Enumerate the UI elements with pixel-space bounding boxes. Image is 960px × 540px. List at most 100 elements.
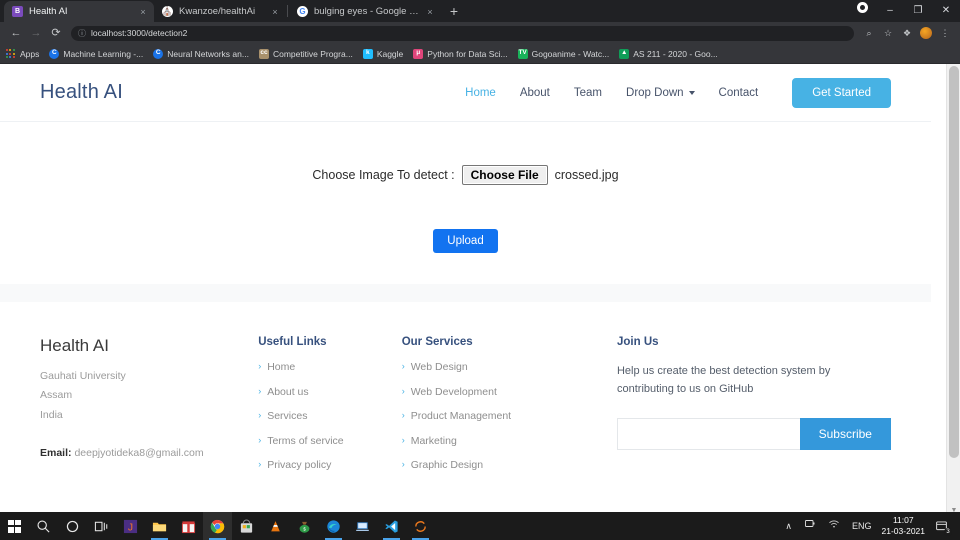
nav-item-contact[interactable]: Contact [719, 87, 759, 99]
taskbar-clock[interactable]: 11:07 21-03-2021 [878, 515, 933, 537]
link-label: Web Design [410, 361, 468, 373]
list-item[interactable]: › Web Design [402, 361, 617, 373]
get-started-button[interactable]: Get Started [792, 77, 891, 108]
profile-icon[interactable] [848, 0, 876, 22]
bookmark-label: AS 211 - 2020 - Goo... [633, 48, 718, 59]
bookmark-gogoanime[interactable]: TV Gogoanime - Watc... [517, 48, 609, 59]
browser-tab-google-search[interactable]: G bulging eyes - Google Search × [289, 1, 441, 22]
scrollbar-thumb[interactable] [949, 66, 959, 458]
link-label: Services [267, 410, 308, 422]
address-line: India [40, 408, 63, 421]
footer-address: Gauhati University Assam India [40, 367, 258, 425]
back-icon[interactable]: ← [6, 23, 26, 43]
wifi-icon[interactable] [822, 512, 846, 540]
gift-store-icon[interactable] [174, 512, 203, 540]
notification-center-icon[interactable]: 3 [933, 512, 956, 540]
search-icon[interactable]: ⌕ [860, 24, 878, 42]
list-item[interactable]: › Web Development [401, 385, 617, 398]
edge-icon[interactable] [319, 512, 348, 540]
bookmark-kaggle[interactable]: k Kaggle [362, 48, 403, 59]
money-bag-icon[interactable]: $ [290, 512, 319, 540]
bookmark-label: Competitive Progra... [272, 48, 353, 59]
spyder-icon[interactable] [406, 512, 435, 540]
subscribe-button[interactable]: Subscribe [799, 418, 891, 451]
language-indicator[interactable]: ENG [846, 512, 878, 540]
browser-toolbar: ← → ⟳ ⓘ localhost:3000/detection2 ⌕ ☆ ❖ … [0, 22, 960, 44]
vscode-icon[interactable] [377, 512, 406, 540]
address-bar-url: localhost:3000/detection2 [91, 28, 188, 38]
list-item[interactable]: › About us [258, 385, 402, 398]
address-bar[interactable]: ⓘ localhost:3000/detection2 [71, 25, 854, 41]
file-explorer-icon[interactable] [145, 512, 174, 540]
nav-item-about[interactable]: About [520, 87, 550, 99]
kaggle-icon: k [362, 48, 373, 59]
link-label: About us [267, 385, 309, 398]
bookmark-label: Neural Networks an... [167, 48, 249, 59]
cortana-icon[interactable] [58, 512, 87, 540]
microsoft-store-icon[interactable] [232, 512, 261, 540]
list-item[interactable]: › Terms of service [258, 435, 402, 447]
nav-item-team[interactable]: Team [574, 87, 602, 99]
svg-text:$: $ [303, 526, 306, 531]
upload-button[interactable]: Upload [433, 229, 498, 253]
list-item[interactable]: › Privacy policy [258, 459, 402, 471]
vlc-icon[interactable] [261, 512, 290, 540]
new-tab-button[interactable]: + [443, 1, 465, 21]
browser-tab-github[interactable]: ⛪ Kwanzoe/healthAi × [154, 1, 286, 22]
avatar[interactable] [917, 24, 935, 42]
minimize-button[interactable]: – [876, 0, 904, 22]
chevron-right-icon: › [401, 385, 405, 396]
forward-icon[interactable]: → [26, 23, 46, 43]
search-icon[interactable] [29, 512, 58, 540]
bookmark-competitive-programming[interactable]: cc Competitive Progra... [258, 48, 353, 59]
page-scrollbar[interactable]: ▲ ▼ [946, 64, 960, 518]
nav-item-drop-down[interactable]: Drop Down [626, 87, 695, 99]
extensions-icon[interactable]: ❖ [898, 24, 916, 42]
codechef-icon: cc [258, 48, 269, 59]
subscribe-email-input[interactable] [616, 418, 800, 451]
bookmark-apps[interactable]: Apps [6, 49, 39, 59]
link-label: Home [267, 361, 296, 373]
close-window-button[interactable]: ✕ [932, 0, 960, 22]
footer-useful-links-column: Useful Links › Home › About us › Service [258, 336, 402, 485]
close-icon[interactable]: × [425, 7, 435, 17]
task-view-icon[interactable] [87, 512, 116, 540]
windows-logo-icon[interactable] [0, 512, 29, 540]
footer-brand-column: Health AI Gauhati University Assam India… [40, 336, 258, 485]
list-item[interactable]: › Marketing [402, 434, 617, 447]
chrome-icon[interactable] [203, 512, 232, 540]
windows-taskbar: J $ ∧ ENG 11:07 21-03-2021 3 [0, 512, 960, 540]
list-item[interactable]: › Services [258, 410, 402, 422]
close-icon[interactable]: × [270, 7, 280, 17]
link-label: Privacy policy [267, 459, 332, 471]
list-item[interactable]: › Product Management [402, 410, 617, 422]
browser-menu-icon[interactable]: ⋮ [936, 24, 954, 42]
chevron-right-icon: › [258, 459, 262, 469]
nav-item-home[interactable]: Home [465, 87, 496, 99]
bookmark-neural-networks[interactable]: C Neural Networks an... [153, 48, 249, 59]
bookmark-machine-learning[interactable]: C Machine Learning -... [49, 48, 143, 59]
file-input-row: Choose Image To detect : Choose File cro… [312, 165, 619, 185]
apps-grid-icon [6, 49, 16, 58]
browser-tab-health-ai[interactable]: B Health AI × [4, 1, 154, 22]
page-title: Health AI [40, 81, 123, 103]
remote-desktop-icon[interactable] [348, 512, 377, 540]
close-icon[interactable]: × [138, 7, 148, 17]
clock-date: 21-03-2021 [881, 526, 925, 536]
jupyter-icon[interactable]: J [116, 512, 145, 540]
show-hidden-icons-chevron[interactable]: ∧ [779, 512, 798, 540]
footer-heading: Our Services [401, 336, 473, 348]
tab-divider [287, 5, 288, 17]
list-item[interactable]: › Graphic Design [402, 459, 617, 471]
bookmark-star-icon[interactable]: ☆ [879, 24, 897, 42]
web-page: Health AI Home About Team Drop Down Cont… [0, 64, 931, 485]
maximize-button[interactable]: ❐ [904, 0, 932, 22]
reload-icon[interactable]: ⟳ [46, 23, 66, 43]
bookmark-as211[interactable]: ▲ AS 211 - 2020 - Goo... [619, 48, 718, 59]
choose-file-button[interactable]: Choose File [461, 165, 548, 185]
notification-badge: 3 [944, 528, 952, 536]
bookmark-python-data-science[interactable]: μ Python for Data Sci... [413, 48, 508, 59]
list-item[interactable]: › Home [258, 361, 402, 373]
battery-icon[interactable] [798, 512, 822, 540]
link-label: Marketing [410, 434, 457, 447]
